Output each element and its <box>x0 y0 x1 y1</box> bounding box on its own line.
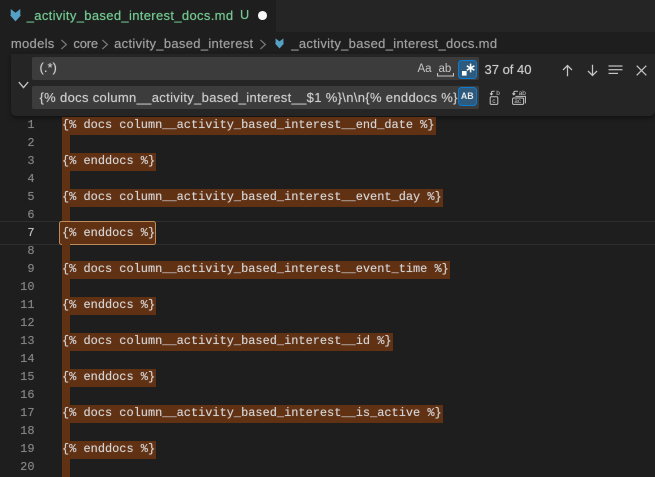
svg-text:ac: ac <box>514 98 521 105</box>
svg-text:c: c <box>492 98 496 105</box>
svg-text:b: b <box>496 90 500 97</box>
svg-text:ab: ab <box>518 90 526 97</box>
